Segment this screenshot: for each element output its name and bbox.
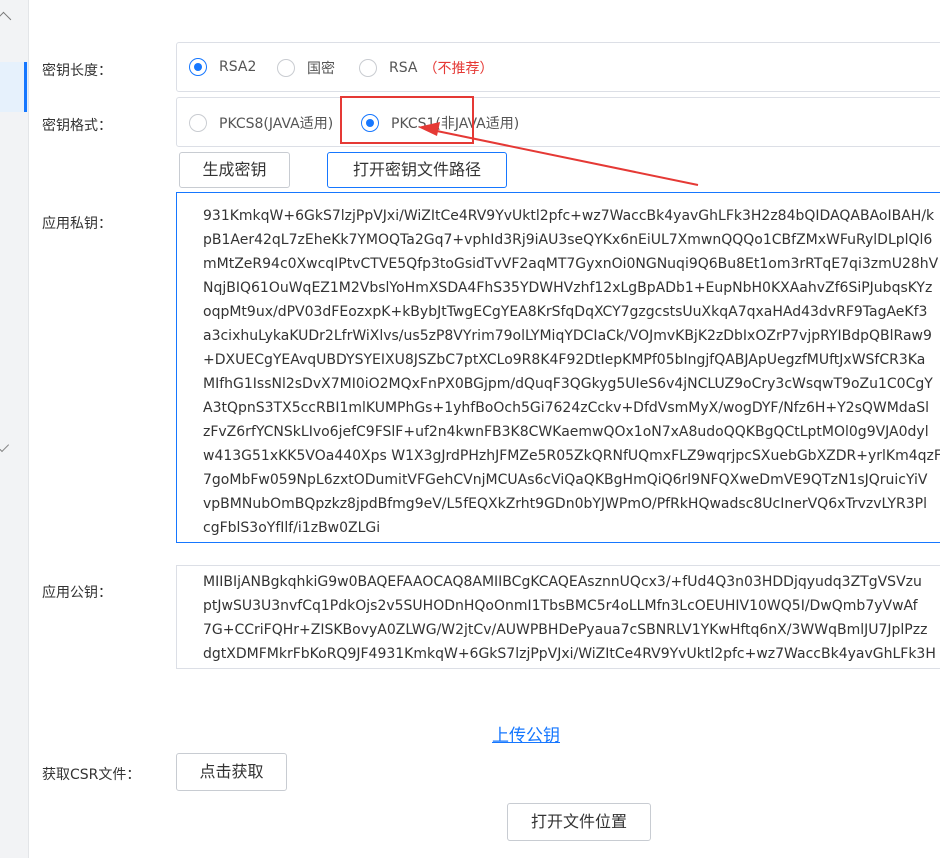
private-key-line: MIfhG1IssNl2sDvX7MI0iO2MQxFnPX0BGjpm/dQu… bbox=[203, 376, 933, 392]
public-key-line: ptJwSU3U3nvfCq1PdkOjs2v5SUHODnHQoOnmI1Tb… bbox=[203, 598, 918, 614]
radio-rsa-label: RSA bbox=[389, 60, 418, 76]
key-format-label: 密钥格式： bbox=[42, 118, 112, 134]
chevron-up-icon[interactable] bbox=[0, 11, 12, 28]
private-key-line: pB1Aer42qL7zEheKk7YMOQTa2Gq7+vphId3Rj9iA… bbox=[203, 232, 933, 248]
radio-rsa[interactable]: RSA （不推荐） bbox=[359, 58, 493, 78]
csr-label: 获取CSR文件： bbox=[42, 767, 141, 783]
private-key-line: 931KmkqW+6GkS7lzjPpVJxi/WiZItCe4RV9YvUkt… bbox=[203, 208, 935, 224]
private-key-line: oqpMt9ux/dPV03dFEozxpK+kBybJtTwgECgYEA8K… bbox=[203, 304, 928, 320]
private-key-line: vpBMNubOmBQpzkz8jpdBfmg9eV/L5fEQXkZrht9G… bbox=[203, 496, 928, 512]
open-file-location-button[interactable]: 打开文件位置 bbox=[507, 803, 651, 841]
radio-rsa2[interactable]: RSA2 bbox=[189, 58, 256, 76]
private-key-line: zFvZ6rfYCNSkLIvo6jefC9FSlF+uf2n4kwnFB3K8… bbox=[203, 424, 929, 440]
private-key-textarea[interactable]: 931KmkqW+6GkS7lzjPpVJxi/WiZItCe4RV9YvUkt… bbox=[176, 192, 940, 543]
get-csr-button[interactable]: 点击获取 bbox=[176, 753, 287, 791]
private-key-line: A3tQpnS3TX5ccRBI1mlKUMPhGs+1yhfBoOch5Gi7… bbox=[203, 400, 930, 416]
private-key-line: +DXUECgYEAvqUBDYSYEIXU8JSZbC7ptXCLo9R8K4… bbox=[203, 352, 926, 368]
private-key-line: a3cixhuLykaKUDr2LfrWiXlvs/us5zP8VYrim79o… bbox=[203, 328, 932, 344]
radio-guomi[interactable]: 国密 bbox=[277, 58, 335, 78]
public-key-textarea[interactable]: MIIBIjANBgkqhkiG9w0BAQEFAAOCAQ8AMIIBCgKC… bbox=[176, 565, 940, 669]
radio-unchecked-icon bbox=[277, 59, 295, 77]
upload-public-key-link[interactable]: 上传公钥 bbox=[492, 721, 560, 746]
private-key-line: 7goMbFw059NpL6zxtODumitVFGehCVnjMCUAs6cV… bbox=[203, 472, 928, 488]
radio-unchecked-icon bbox=[189, 114, 207, 132]
not-recommended-note: （不推荐） bbox=[423, 61, 494, 77]
radio-pkcs8-label: PKCS8(JAVA适用) bbox=[219, 116, 334, 132]
chevron-down-icon[interactable] bbox=[0, 437, 10, 453]
radio-pkcs8[interactable]: PKCS8(JAVA适用) bbox=[189, 113, 333, 133]
private-key-line: w413G51xKK5VOa440Xps W1X3gJrdPHzhJFMZe5R… bbox=[203, 448, 940, 464]
public-key-line: MIIBIjANBgkqhkiG9w0BAQEFAAOCAQ8AMIIBCgKC… bbox=[203, 574, 922, 590]
annotation-highlight-box bbox=[340, 96, 474, 144]
open-key-path-button[interactable]: 打开密钥文件路径 bbox=[327, 152, 507, 188]
radio-checked-icon bbox=[189, 58, 207, 76]
radio-unchecked-icon bbox=[359, 59, 377, 77]
private-key-line: cgFblS3oYfIlf/i1zBw0ZLGi bbox=[203, 520, 381, 536]
sidebar-active-indicator bbox=[24, 62, 27, 112]
private-key-line: mMtZeR94c0XwcqIPtvCTVE5Qfp3toGsidTvVF2aq… bbox=[203, 256, 939, 272]
sidebar bbox=[0, 0, 29, 858]
private-key-label: 应用私钥： bbox=[42, 216, 112, 232]
private-key-line: NqjBIQ61OuWqEZ1M2VbslYoHmXSDA4FhS35YDWHV… bbox=[203, 280, 933, 296]
public-key-line: dgtXDMFMkrFbKoRQ9JF4931KmkqW+6GkS7lzjPpV… bbox=[203, 646, 936, 662]
public-key-label: 应用公钥： bbox=[42, 585, 112, 601]
key-length-label: 密钥长度： bbox=[42, 63, 112, 79]
radio-guomi-label: 国密 bbox=[307, 61, 335, 77]
key-format-group: PKCS8(JAVA适用) PKCS1(非JAVA适用) bbox=[176, 97, 940, 147]
public-key-line: 7G+CCriFQHr+ZISKBovyA0ZLWG/W2jtCv/AUWPBH… bbox=[203, 622, 928, 638]
key-length-group: RSA2 国密 RSA （不推荐） bbox=[176, 42, 940, 92]
generate-key-button[interactable]: 生成密钥 bbox=[179, 152, 290, 188]
radio-rsa2-label: RSA2 bbox=[219, 59, 257, 75]
